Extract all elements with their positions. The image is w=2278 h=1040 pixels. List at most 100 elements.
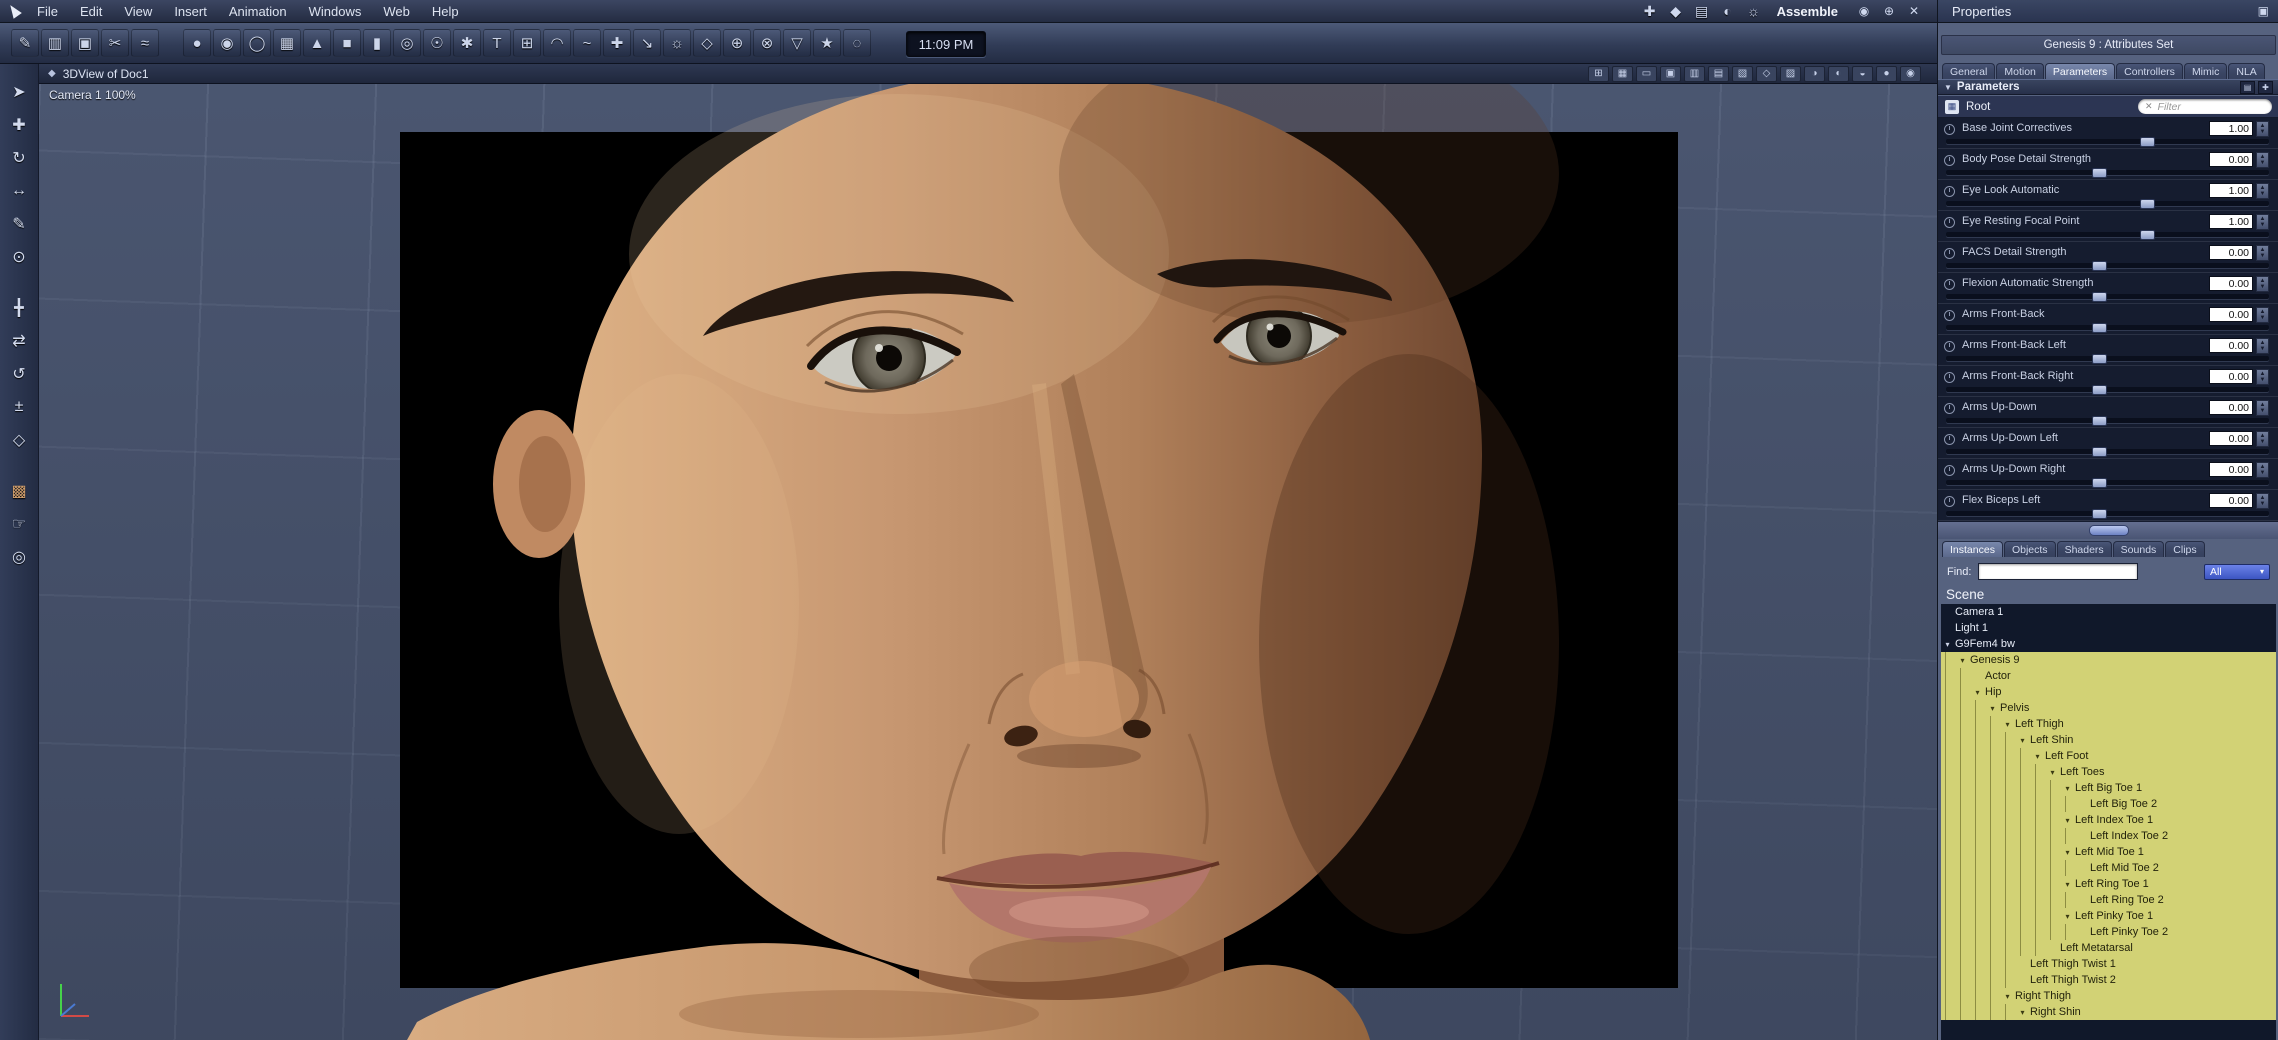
ruler-icon[interactable]: ▭ <box>1636 65 1657 82</box>
filter-input[interactable]: ✕ Filter <box>2138 99 2272 114</box>
menu-item[interactable]: Help <box>421 0 470 23</box>
param-value-input[interactable]: 0.00 <box>2209 431 2253 446</box>
param-stepper[interactable]: ▲ ▼ <box>2256 245 2269 261</box>
boolean-icon[interactable]: ⊕ <box>723 29 751 57</box>
param-stepper[interactable]: ▲ ▼ <box>2256 369 2269 385</box>
torus-primitive-icon[interactable]: ◎ <box>393 29 421 57</box>
tree-row[interactable]: ▾ Left Index Toe 1 <box>1941 812 2276 828</box>
tree-row[interactable]: ▾ Left Mid Toe 2 <box>1941 860 2276 876</box>
tab-shaders[interactable]: Shaders <box>2056 541 2112 557</box>
param-value-input[interactable]: 0.00 <box>2209 400 2253 415</box>
param-stepper[interactable]: ▲ ▼ <box>2256 493 2269 509</box>
param-add-icon[interactable]: ✚ <box>2258 80 2273 94</box>
target-helper-icon[interactable]: ⊙ <box>5 243 33 271</box>
tab-instances[interactable]: Instances <box>1942 541 2003 557</box>
tree-row[interactable]: ▾ Pelvis <box>1941 700 2276 716</box>
slider-thumb[interactable] <box>2091 509 2107 519</box>
expand-arrow[interactable]: ▾ <box>2061 784 2074 793</box>
dial-icon[interactable] <box>1944 434 1955 445</box>
menu-item[interactable]: Animation <box>218 0 298 23</box>
tree-row[interactable]: ▾ Left Index Toe 2 <box>1941 828 2276 844</box>
room-assemble-icon[interactable]: ✚ <box>1640 3 1660 20</box>
layout-rows-icon[interactable]: ▤ <box>1708 65 1729 82</box>
slider-thumb[interactable] <box>2140 230 2156 240</box>
add-object-icon[interactable]: ✚ <box>603 29 631 57</box>
param-slider[interactable] <box>1946 509 2269 519</box>
param-list-options-icon[interactable]: ▤ <box>2240 80 2255 94</box>
hotpoint-icon[interactable]: ◇ <box>5 426 33 454</box>
param-slider[interactable] <box>1946 137 2269 147</box>
param-slider[interactable] <box>1946 230 2269 240</box>
tab-mimic[interactable]: Mimic <box>2183 63 2228 79</box>
slider-thumb[interactable] <box>2091 323 2107 333</box>
cylinder-primitive-icon[interactable]: ▮ <box>363 29 391 57</box>
param-value-input[interactable]: 0.00 <box>2209 307 2253 322</box>
axis-move-icon[interactable]: ⇄ <box>5 327 33 355</box>
collapse-arrow-icon[interactable]: ▼ <box>1944 83 1952 92</box>
param-slider[interactable] <box>1946 354 2269 364</box>
grid-toggle-icon[interactable]: ▦ <box>1612 65 1633 82</box>
axis-scale-icon[interactable]: ± <box>5 393 33 421</box>
scale-tool-icon[interactable]: ↔ <box>5 177 33 205</box>
sphere-primitive-icon[interactable]: ● <box>183 29 211 57</box>
tree-row[interactable]: ▾ Left Ring Toe 2 <box>1941 892 2276 908</box>
param-slider[interactable] <box>1946 199 2269 209</box>
room-texture-icon[interactable]: ◐ <box>1718 3 1738 20</box>
smooth-tool-icon[interactable]: ≈ <box>131 29 159 57</box>
param-value-input[interactable]: 1.00 <box>2209 121 2253 136</box>
tree-row[interactable]: ▾ Left Thigh Twist 1 <box>1941 956 2276 972</box>
dial-icon[interactable] <box>1944 217 1955 228</box>
tree-row[interactable]: ▾ Genesis 9 <box>1941 652 2276 668</box>
wave-tool-icon[interactable]: ~ <box>573 29 601 57</box>
slider-thumb[interactable] <box>2091 478 2107 488</box>
menu-item[interactable]: Insert <box>163 0 218 23</box>
room-model-icon[interactable]: ◆ <box>1666 3 1686 20</box>
duplicate-icon[interactable]: ⊞ <box>513 29 541 57</box>
dial-icon[interactable] <box>1944 496 1955 507</box>
dial-icon[interactable] <box>1944 124 1955 135</box>
expand-arrow[interactable]: ▾ <box>2016 1008 2029 1017</box>
menu-item[interactable]: View <box>113 0 163 23</box>
root-group-label[interactable]: Root <box>1966 101 1990 113</box>
tree-row[interactable]: ▾ Camera 1 <box>1941 604 2276 620</box>
dial-icon[interactable] <box>1944 279 1955 290</box>
tree-row[interactable]: ▾ Right Thigh <box>1941 988 2276 1004</box>
slider-thumb[interactable] <box>2091 385 2107 395</box>
tab-objects[interactable]: Objects <box>2003 541 2056 557</box>
move-tool-icon[interactable]: ✚ <box>5 111 33 139</box>
expand-arrow[interactable]: ▾ <box>2016 736 2029 745</box>
tree-row[interactable]: ▾ Left Big Toe 2 <box>1941 796 2276 812</box>
camera-lock-icon[interactable]: ◇ <box>1756 65 1777 82</box>
offset-icon[interactable]: ↘ <box>633 29 661 57</box>
expand-arrow[interactable]: ▾ <box>2061 880 2074 889</box>
slider-thumb[interactable] <box>2091 292 2107 302</box>
cube-primitive-icon[interactable]: ■ <box>333 29 361 57</box>
param-value-input[interactable]: 0.00 <box>2209 369 2253 384</box>
dial-icon[interactable] <box>1944 341 1955 352</box>
dial-icon[interactable] <box>1944 372 1955 383</box>
tree-row[interactable]: ▾ Hip <box>1941 684 2276 700</box>
splitter-handle[interactable] <box>2088 525 2129 536</box>
tree-row[interactable]: ▾ Left Big Toe 1 <box>1941 780 2276 796</box>
presets-icon[interactable]: ▨ <box>1780 65 1801 82</box>
param-slider[interactable] <box>1946 385 2269 395</box>
tree-row[interactable]: ▾ Left Thigh <box>1941 716 2276 732</box>
tree-row[interactable]: ▾ Left Toes <box>1941 764 2276 780</box>
tree-row[interactable]: ▾ Left Mid Toe 1 <box>1941 844 2276 860</box>
menu-item[interactable]: Edit <box>69 0 113 23</box>
light-icon[interactable]: ☼ <box>663 29 691 57</box>
rotate-tool-icon[interactable]: ↻ <box>5 144 33 172</box>
tree-row[interactable]: ▾ Left Pinky Toe 2 <box>1941 924 2276 940</box>
funnel-icon[interactable]: ▽ <box>783 29 811 57</box>
eye-icon[interactable]: ◉ <box>1855 4 1873 18</box>
target-icon[interactable]: ⊕ <box>1880 4 1898 18</box>
expand-arrow[interactable]: ▾ <box>2001 992 2014 1001</box>
param-slider[interactable] <box>1946 416 2269 426</box>
tab-clips[interactable]: Clips <box>2165 541 2205 557</box>
menu-item[interactable]: Windows <box>298 0 373 23</box>
grid-plane-icon[interactable]: ▦ <box>273 29 301 57</box>
param-value-input[interactable]: 0.00 <box>2209 152 2253 167</box>
knife-tool-icon[interactable]: ✎ <box>5 210 33 238</box>
param-stepper[interactable]: ▲ ▼ <box>2256 400 2269 416</box>
param-slider[interactable] <box>1946 168 2269 178</box>
